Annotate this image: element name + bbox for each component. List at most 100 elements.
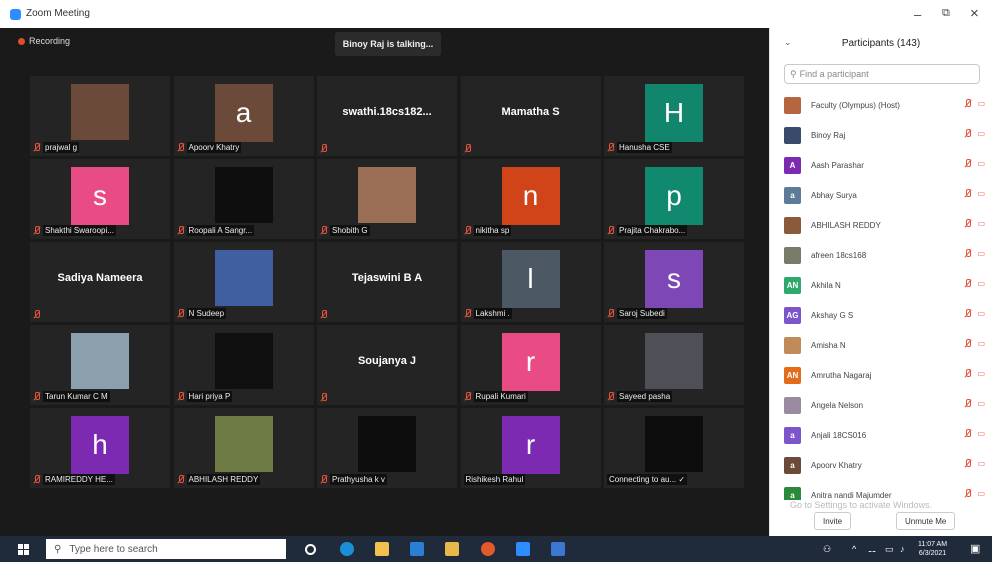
- battery-icon[interactable]: ▭: [885, 544, 894, 555]
- video-tile[interactable]: H Hanusha CSE: [604, 76, 744, 156]
- mic-muted-icon: [964, 399, 972, 408]
- participant-row[interactable]: Amisha N ▭: [770, 330, 992, 360]
- video-tile[interactable]: Hari priya P: [173, 325, 314, 405]
- tile-name-tag: Connecting to au... ✓: [607, 474, 688, 485]
- participant-avatar: p: [645, 167, 703, 225]
- participant-row[interactable]: a Abhay Surya ▭: [770, 180, 992, 210]
- tile-name: Tarun Kumar C M: [43, 391, 110, 402]
- notifications-icon[interactable]: ▣: [970, 542, 980, 555]
- participant-status-icons: ▭: [964, 189, 985, 198]
- participant-row[interactable]: ABHILASH REDDY ▭: [770, 210, 992, 240]
- participant-row[interactable]: Binoy Raj ▭: [770, 120, 992, 150]
- video-tile[interactable]: Tarun Kumar C M: [30, 325, 170, 405]
- participant-avatar: a: [214, 84, 273, 142]
- video-tile[interactable]: r Rupali Kumari: [460, 325, 601, 405]
- participant-name: Faculty (Olympus) (Host): [811, 100, 900, 110]
- participant-avatar: r: [501, 416, 560, 474]
- participant-row[interactable]: AN Amrutha Nagaraj ▭: [770, 360, 992, 390]
- tile-name-tag: [320, 393, 327, 402]
- video-off-icon: ▭: [977, 429, 985, 438]
- mic-muted-icon: [964, 219, 972, 228]
- mail-icon[interactable]: [410, 542, 424, 556]
- participant-row[interactable]: AG Akshay G S ▭: [770, 300, 992, 330]
- zoom-taskbar-icon[interactable]: [516, 542, 530, 556]
- video-tile[interactable]: Sayeed pasha: [604, 325, 744, 405]
- video-tile[interactable]: Prathyusha k v: [317, 408, 457, 488]
- participant-avatar: n: [501, 167, 560, 225]
- video-tile[interactable]: p Prajita Chakrabo...: [604, 159, 744, 239]
- tile-name: Apoorv Khatry: [186, 142, 242, 153]
- participant-row[interactable]: A Aash Parashar ▭: [770, 150, 992, 180]
- participant-name: Anitra nandi Majumder: [811, 490, 892, 500]
- mic-muted-icon: [964, 369, 972, 378]
- video-tile[interactable]: Sadiya Nameera: [30, 242, 170, 322]
- video-tile[interactable]: s Saroj Subedi: [604, 242, 744, 322]
- participant-row[interactable]: Angela Nelson ▭: [770, 390, 992, 420]
- video-tile[interactable]: l Lakshmi .: [460, 242, 601, 322]
- participant-name: Angela Nelson: [811, 400, 864, 410]
- video-tile[interactable]: Shobith G: [317, 159, 457, 239]
- tray-chevron-up-icon[interactable]: ^: [852, 544, 856, 554]
- chrome-icon[interactable]: [481, 542, 495, 556]
- tile-name: Sayeed pasha: [617, 391, 673, 402]
- video-tile[interactable]: Connecting to au... ✓: [604, 408, 744, 488]
- video-tile[interactable]: N Sudeep: [173, 242, 314, 322]
- outlook-icon[interactable]: [551, 542, 565, 556]
- participant-center-name: Soujanya J: [357, 355, 417, 367]
- video-tile[interactable]: Roopali A Sangr...: [173, 159, 314, 239]
- participants-footer: Go to Settings to activate Windows. Invi…: [770, 500, 992, 536]
- tile-name-tag: Saroj Subedi: [607, 308, 667, 319]
- video-off-icon: ▭: [977, 459, 985, 468]
- video-tile[interactable]: prajwal g: [30, 76, 170, 156]
- participant-video: [645, 416, 703, 472]
- unmute-me-button[interactable]: Unmute Me: [896, 512, 956, 530]
- video-tile[interactable]: Mamatha S: [460, 76, 601, 156]
- video-tile[interactable]: Soujanya J: [317, 325, 457, 405]
- mic-muted-icon: [964, 159, 972, 168]
- participants-header: ⌄ Participants (143): [770, 28, 992, 58]
- edge-icon[interactable]: [340, 542, 354, 556]
- video-tile[interactable]: n nikitha sp: [460, 159, 601, 239]
- participant-avatar: A: [784, 156, 801, 174]
- windows-start-icon[interactable]: [18, 544, 29, 555]
- people-icon[interactable]: ⚇: [823, 544, 831, 555]
- chevron-down-icon[interactable]: ⌄: [784, 37, 792, 48]
- invite-button[interactable]: Invite: [814, 512, 852, 530]
- participant-row[interactable]: a Apoorv Khatry ▭: [770, 450, 992, 480]
- tile-name: Roopali A Sangr...: [186, 225, 255, 236]
- cortana-icon[interactable]: [305, 544, 316, 555]
- participant-row[interactable]: AN Akhila N ▭: [770, 270, 992, 300]
- store-icon[interactable]: [375, 542, 389, 556]
- video-tile[interactable]: s Shakthi Swaroopi...: [30, 159, 170, 239]
- mic-muted-icon: [607, 309, 614, 318]
- participant-row[interactable]: afreen 18cs168 ▭: [770, 240, 992, 270]
- video-tile[interactable]: swathi.18cs182...: [317, 76, 457, 156]
- video-tile[interactable]: h RAMIREDDY HE...: [30, 408, 170, 488]
- meeting-area: Recording Binoy Raj is talking... prajwa…: [0, 28, 769, 536]
- participant-name: Binoy Raj: [811, 130, 846, 140]
- participant-center-name: Mamatha S: [501, 106, 560, 118]
- file-explorer-icon[interactable]: [445, 542, 459, 556]
- tile-name-tag: Hari priya P: [177, 391, 233, 402]
- participant-name: Akshay G S: [811, 310, 854, 320]
- close-button[interactable]: ×: [970, 5, 979, 22]
- video-tile[interactable]: ABHILASH REDDY: [173, 408, 314, 488]
- video-tile[interactable]: r Rishikesh Rahul: [460, 408, 601, 488]
- mic-muted-icon: [464, 144, 471, 153]
- tile-name-tag: Hanusha CSE: [607, 142, 672, 153]
- participant-row[interactable]: a Anjali 18CS016 ▭: [770, 420, 992, 450]
- minimize-button[interactable]: –: [914, 7, 921, 22]
- participant-center-name: Tejaswini B A: [351, 272, 423, 284]
- taskbar-clock[interactable]: 11:07 AM 6/3/2021: [918, 540, 947, 558]
- taskbar-search-input[interactable]: ⚲ Type here to search: [46, 539, 286, 559]
- participant-row[interactable]: Faculty (Olympus) (Host) ▭: [770, 90, 992, 120]
- participant-search-input[interactable]: ⚲ Find a participant: [784, 64, 980, 84]
- video-tile[interactable]: Tejaswini B A: [317, 242, 457, 322]
- restore-button[interactable]: ⧉: [942, 7, 950, 20]
- participant-avatar: h: [71, 416, 129, 474]
- video-off-icon: ▭: [977, 159, 985, 168]
- network-icon[interactable]: ⚋: [868, 544, 876, 555]
- volume-icon[interactable]: ♪: [900, 544, 905, 554]
- video-tile[interactable]: a Apoorv Khatry: [173, 76, 314, 156]
- video-off-icon: ▭: [977, 129, 985, 138]
